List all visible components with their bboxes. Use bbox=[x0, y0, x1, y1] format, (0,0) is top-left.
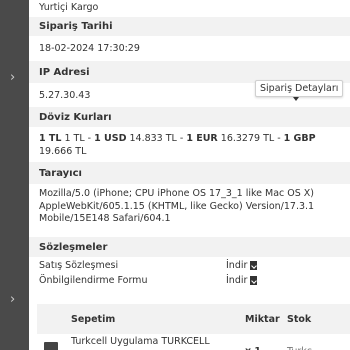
order-date-value: 18-02-2024 17:30:29 bbox=[29, 36, 350, 61]
currency-tl-value: 1 TL - bbox=[61, 133, 95, 144]
contract-row-preinfo: Önbilgilendirme Formu İndir bbox=[29, 273, 350, 288]
browser-label-text: Tarayıcı bbox=[39, 167, 82, 179]
product-qty: x 1 bbox=[245, 334, 287, 350]
contract-name: Önbilgilendirme Formu bbox=[39, 275, 148, 286]
order-details-tooltip: Sipariş Detayları bbox=[255, 80, 344, 97]
browser-label: Tarayıcı bbox=[29, 162, 350, 184]
ip-address-value-text: 5.27.30.43 bbox=[39, 89, 91, 101]
qty-column-header: Miktar bbox=[245, 313, 280, 325]
currency-label: Döviz Kurları bbox=[29, 107, 350, 127]
contract-name: Satış Sözleşmesi bbox=[39, 260, 119, 271]
shipping-carrier: Yurtiçi Kargo bbox=[29, 0, 350, 14]
currency-usd-bold: 1 USD bbox=[94, 133, 127, 144]
cart-table-row: Turkcell Uygulama TURKCELL x 1 Turkc bbox=[37, 334, 350, 350]
currency-eur-value: 16.3279 TL - bbox=[217, 133, 284, 144]
contract-download-link[interactable]: İndir bbox=[226, 275, 258, 286]
download-file-icon bbox=[250, 276, 258, 285]
contracts-label: Sözleşmeler bbox=[29, 237, 350, 257]
cart-table-header: Sepetim Miktar Stok bbox=[37, 304, 350, 334]
contract-download-label: İndir bbox=[226, 275, 248, 286]
product-thumbnail bbox=[44, 342, 58, 350]
currency-tl-bold: 1 TL bbox=[39, 133, 62, 144]
order-date-value-text: 18-02-2024 17:30:29 bbox=[39, 43, 140, 54]
order-date-label-text: Sipariş Tarihi bbox=[39, 21, 113, 32]
tooltip-caret-icon bbox=[293, 97, 299, 101]
product-stock: Turkc bbox=[287, 334, 312, 350]
contracts-list: Satış Sözleşmesi İndir Önbilgilendirme F… bbox=[29, 258, 350, 288]
backdrop-glyph: › bbox=[10, 70, 16, 85]
browser-value: Mozilla/5.0 (iPhone; CPU iPhone OS 17_3_… bbox=[29, 188, 350, 234]
ip-address-label-text: IP Adresi bbox=[39, 66, 90, 78]
backdrop-glyph: › bbox=[10, 292, 16, 307]
contract-download-link[interactable]: İndir bbox=[226, 260, 258, 271]
currency-rates: 1 TL 1 TL - 1 USD 14.833 TL - 1 EUR 16.3… bbox=[29, 129, 350, 161]
order-details-panel: Yurtiçi Kargo Sipariş Tarihi 18-02-2024 … bbox=[29, 0, 350, 350]
stock-column-header: Stok bbox=[287, 313, 312, 325]
download-file-icon bbox=[250, 261, 258, 270]
browser-value-text: Mozilla/5.0 (iPhone; CPU iPhone OS 17_3_… bbox=[39, 188, 315, 224]
tooltip-text: Sipariş Detayları bbox=[260, 83, 339, 94]
shipping-carrier-value: Yurtiçi Kargo bbox=[39, 1, 99, 13]
contract-download-label: İndir bbox=[226, 260, 248, 271]
currency-label-text: Döviz Kurları bbox=[39, 111, 112, 123]
currency-eur-bold: 1 EUR bbox=[186, 133, 218, 144]
currency-gbp-value: 19.666 TL bbox=[39, 146, 87, 157]
currency-usd-value: 14.833 TL - bbox=[126, 133, 187, 144]
currency-gbp-bold: 1 GBP bbox=[283, 133, 316, 144]
order-date-label: Sipariş Tarihi bbox=[29, 17, 350, 36]
cart-column-header: Sepetim bbox=[71, 313, 116, 325]
contract-row-sales: Satış Sözleşmesi İndir bbox=[29, 258, 350, 273]
product-name[interactable]: Turkcell Uygulama TURKCELL bbox=[71, 334, 245, 347]
contracts-label-text: Sözleşmeler bbox=[39, 241, 108, 253]
